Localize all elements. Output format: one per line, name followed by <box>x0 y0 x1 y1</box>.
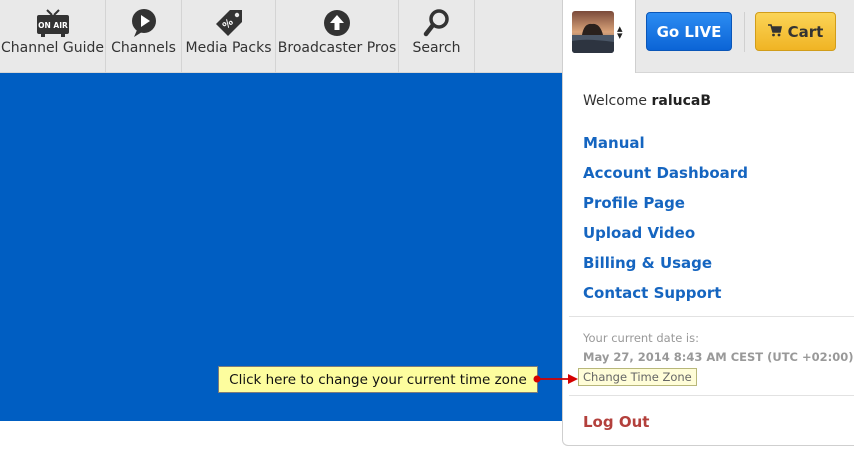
nav-media-packs[interactable]: % Media Packs <box>182 0 276 73</box>
logout-link[interactable]: Log Out <box>583 413 649 431</box>
price-tag-icon: % <box>214 8 244 38</box>
tv-on-air-icon: ON AIR <box>35 8 71 38</box>
cart-button[interactable]: Cart <box>755 12 836 51</box>
header-divider <box>744 12 745 52</box>
play-icon <box>128 8 160 38</box>
username: ralucaB <box>651 93 712 109</box>
menu-link-contact-support[interactable]: Contact Support <box>583 284 721 302</box>
nav-label: Channel Guide <box>0 40 105 56</box>
current-date: May 27, 2014 8:43 AM CEST (UTC +02:00) <box>583 350 854 364</box>
nav-label: Broadcaster Pros <box>277 40 397 56</box>
welcome-prefix: Welcome <box>583 93 648 109</box>
user-dropdown-menu: Welcome ralucaB Manual Account Dashboard… <box>562 73 854 446</box>
menu-link-billing-usage[interactable]: Billing & Usage <box>583 254 712 272</box>
go-live-button[interactable]: Go LIVE <box>646 12 732 51</box>
divider <box>569 395 854 396</box>
menu-link-account-dashboard[interactable]: Account Dashboard <box>583 164 748 182</box>
avatar <box>572 11 614 53</box>
search-icon <box>422 8 452 38</box>
cart-label: Cart <box>787 22 824 41</box>
divider <box>569 316 854 317</box>
welcome-text: Welcome ralucaB <box>583 93 711 109</box>
sort-caret-icon: ▴ ▾ <box>617 22 623 42</box>
user-menu-toggle[interactable]: ▴ ▾ <box>562 0 636 74</box>
nav-search[interactable]: Search <box>399 0 475 73</box>
nav-label: Search <box>412 40 461 56</box>
page: ON AIR Channel Guide Channels % Media Pa… <box>0 0 854 450</box>
on-air-badge: ON AIR <box>38 21 68 30</box>
menu-link-upload-video[interactable]: Upload Video <box>583 224 695 242</box>
annotation-callout: Click here to change your current time z… <box>218 366 538 393</box>
date-caption: Your current date is: <box>583 331 699 345</box>
nav-label: Channels <box>111 40 176 56</box>
callout-arrow-icon <box>533 374 578 384</box>
nav-broadcaster-pros[interactable]: Broadcaster Pros <box>276 0 399 73</box>
cart-icon <box>767 23 782 41</box>
upload-arrow-icon <box>322 8 352 38</box>
nav-label: Media Packs <box>185 40 272 56</box>
menu-link-manual[interactable]: Manual <box>583 134 645 152</box>
change-time-zone-link[interactable]: Change Time Zone <box>578 368 697 386</box>
nav-channels[interactable]: Channels <box>106 0 182 73</box>
menu-link-profile-page[interactable]: Profile Page <box>583 194 685 212</box>
nav-channel-guide[interactable]: ON AIR Channel Guide <box>0 0 106 73</box>
